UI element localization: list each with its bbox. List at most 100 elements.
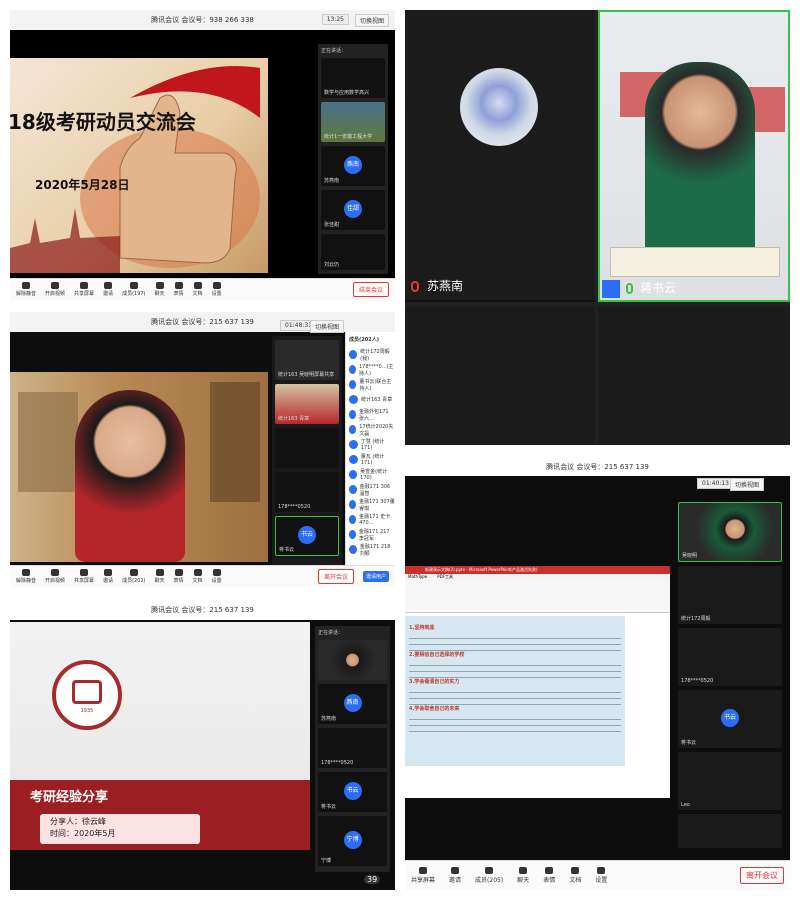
list-item[interactable]: 董瓦 (统计171) (346, 452, 395, 467)
video-tile[interactable]: 统计172周毅 (678, 566, 782, 624)
avatar: 书云 (343, 782, 362, 800)
chat-button[interactable]: 聊天 (517, 867, 529, 884)
video-tile[interactable]: 宁博 宁博 (318, 816, 387, 866)
avatar: 书云 (298, 526, 316, 544)
mute-button[interactable]: 解除静音 (16, 569, 36, 584)
video-tile-sunflower[interactable]: 苏燕南 (405, 10, 595, 302)
smile-icon (174, 569, 183, 576)
list-item[interactable]: 统计172周毅(我) (346, 347, 395, 362)
list-item[interactable]: 董书云(联合主持人) (346, 377, 395, 392)
video-tile[interactable]: 佳甜 张佳甜 (321, 190, 385, 230)
doc-icon (193, 282, 202, 289)
slide-title: 18级考研动员交流会 (10, 110, 196, 134)
invite-button[interactable]: 邀请 (449, 867, 461, 884)
shared-powerpoint: 新建演示文稿(2).pptx - Microsoft PowerPoint(产品… (405, 566, 670, 798)
docs-button[interactable]: 文档 (193, 569, 203, 584)
video-tile[interactable]: 178****0520 (678, 628, 782, 686)
share-button[interactable]: 共享屏幕 (74, 282, 94, 297)
video-tile[interactable]: 书云 蒋书云 (318, 772, 387, 812)
video-tile[interactable] (678, 814, 782, 848)
chat-button[interactable]: 聊天 (155, 282, 165, 297)
smile-icon (174, 282, 183, 289)
leave-meeting-button[interactable]: 离开会议 (740, 867, 784, 884)
docs-button[interactable]: 文档 (569, 867, 581, 884)
list-item[interactable]: 17统计2020失文磊 (346, 422, 395, 437)
chat-button[interactable]: 聊天 (155, 569, 165, 584)
video-button[interactable]: 开启视频 (45, 569, 65, 584)
video-tile[interactable] (318, 640, 387, 680)
emoji-button[interactable]: 表情 (543, 867, 555, 884)
tab-mathtype[interactable]: MathType (408, 574, 427, 581)
video-tile[interactable]: 吴晓明 (678, 502, 782, 562)
video-button[interactable]: 开启视频 (45, 282, 65, 297)
avatar (349, 470, 358, 479)
video-tile[interactable]: 刘云仍 (321, 234, 385, 270)
video-tile[interactable]: 178****0520 (275, 472, 339, 512)
video-tile[interactable]: 书云 蒋书云 (678, 690, 782, 748)
settings-button[interactable]: 设置 (212, 569, 222, 584)
emoji-button[interactable]: 表情 (174, 569, 184, 584)
invite-user-button[interactable]: 邀请用户 (362, 571, 389, 582)
participant-sidebar: 正在讲话： 数学与应用数学高兴 统计1一安徽工程大学 燕南 苏燕南 佳甜 张佳甜 刘… (318, 44, 388, 274)
meeting-window-4: 腾讯会议 会议号：215 637 139 01:40:13 切换视图 新建演示文… (405, 458, 790, 890)
members-button[interactable]: 成员(205) (475, 867, 503, 884)
list-item[interactable]: 金融171 史卡470... (346, 512, 395, 527)
meeting-toolbar: 共享屏幕 邀请 成员(205) 聊天 表情 文档 设置 离开会议 (405, 860, 790, 890)
list-item[interactable]: 金融外包171 张六... (346, 407, 395, 422)
avatar (349, 425, 357, 434)
switch-view-button[interactable]: 切换视图 (354, 14, 389, 27)
video-tile[interactable]: 书云 蒋书云 (275, 516, 339, 556)
members-button[interactable]: 成员(197) (122, 282, 146, 297)
meeting-toolbar: 解除静音 开启视频 共享屏幕 邀请 成员(197) 聊天 表情 文档 设置 结束… (10, 278, 395, 300)
switch-view-button[interactable]: 切换视图 (730, 478, 765, 491)
invite-button[interactable]: 邀请 (103, 282, 113, 297)
end-meeting-button[interactable]: 结束会议 (352, 282, 389, 297)
list-item[interactable]: 丁慧 (统计171) (346, 437, 395, 452)
video-tile[interactable]: 统计163 吴晓明屏幕共享 (275, 340, 339, 380)
list-item[interactable]: 金融171 307董睿琪 (346, 497, 395, 512)
video-tile-speaker[interactable]: 蒋书云 (598, 10, 790, 302)
video-tile[interactable]: Leo (678, 752, 782, 810)
counter-badge: 39 (364, 875, 381, 884)
user-add-icon (104, 282, 113, 289)
invite-button[interactable]: 邀请 (103, 569, 113, 584)
avatar: 燕南 (344, 156, 362, 174)
share-button[interactable]: 共享屏幕 (411, 867, 435, 884)
video-tile[interactable] (275, 428, 339, 468)
shared-slide: 1935 考研经验分享 分享人：徐云峰 时间：2020年5月 (10, 622, 310, 850)
share-button[interactable]: 共享屏幕 (74, 569, 94, 584)
video-tile[interactable]: 统计163 青章 (275, 384, 339, 424)
mute-button[interactable]: 解除静音 (16, 282, 36, 297)
list-item[interactable]: 统计163 青章 (346, 392, 395, 407)
video-tile[interactable]: 统计1一安徽工程大学 (321, 102, 385, 142)
video-tile[interactable]: 燕南 苏燕南 (318, 684, 387, 724)
gear-icon (212, 569, 221, 576)
avatar: 燕南 (343, 694, 362, 712)
video-tile[interactable]: 数学与应用数学高兴 (321, 58, 385, 98)
gear-icon (212, 282, 221, 289)
participant-video (75, 390, 185, 562)
settings-button[interactable]: 设置 (212, 282, 222, 297)
switch-view-button[interactable]: 切换视图 (310, 320, 345, 333)
meeting-toolbar: 解除静音 开启视频 共享屏幕 邀请 成员(202) 聊天 表情 文档 设置 离开… (10, 565, 395, 587)
ppt-titlebar: 新建演示文稿(2).pptx - Microsoft PowerPoint(产品… (405, 566, 670, 574)
user-add-icon (104, 569, 113, 576)
video-tile[interactable]: 燕南 苏燕南 (321, 146, 385, 186)
docs-button[interactable]: 文档 (193, 282, 203, 297)
avatar: 书云 (721, 709, 739, 727)
tab-pdf[interactable]: PDF工具 (437, 574, 453, 581)
list-item[interactable]: 178****0...(主持人) (346, 362, 395, 377)
settings-button[interactable]: 设置 (595, 867, 607, 884)
participant-name: 蒋书云 (640, 281, 677, 295)
list-item[interactable]: 金融171 306 温智 (346, 482, 395, 497)
slide: 1.坚持到底 2.要相信自己选择的学校 3.学会看清自己的实力 4.学会取舍自己… (405, 616, 625, 766)
video-tile[interactable]: 178****0520 (318, 728, 387, 768)
emoji-button[interactable]: 表情 (174, 282, 184, 297)
members-button[interactable]: 成员(202) (122, 569, 146, 584)
list-item[interactable]: 金融171 218刘颖 (346, 542, 395, 557)
leave-meeting-button[interactable]: 离开会议 (317, 569, 354, 584)
mic-icon (626, 283, 633, 294)
list-item[interactable]: 吴雪金(统计170) (346, 467, 395, 482)
participant-name: 苏燕南 (427, 279, 464, 293)
list-item[interactable]: 金融171 217 李冠军 (346, 527, 395, 542)
